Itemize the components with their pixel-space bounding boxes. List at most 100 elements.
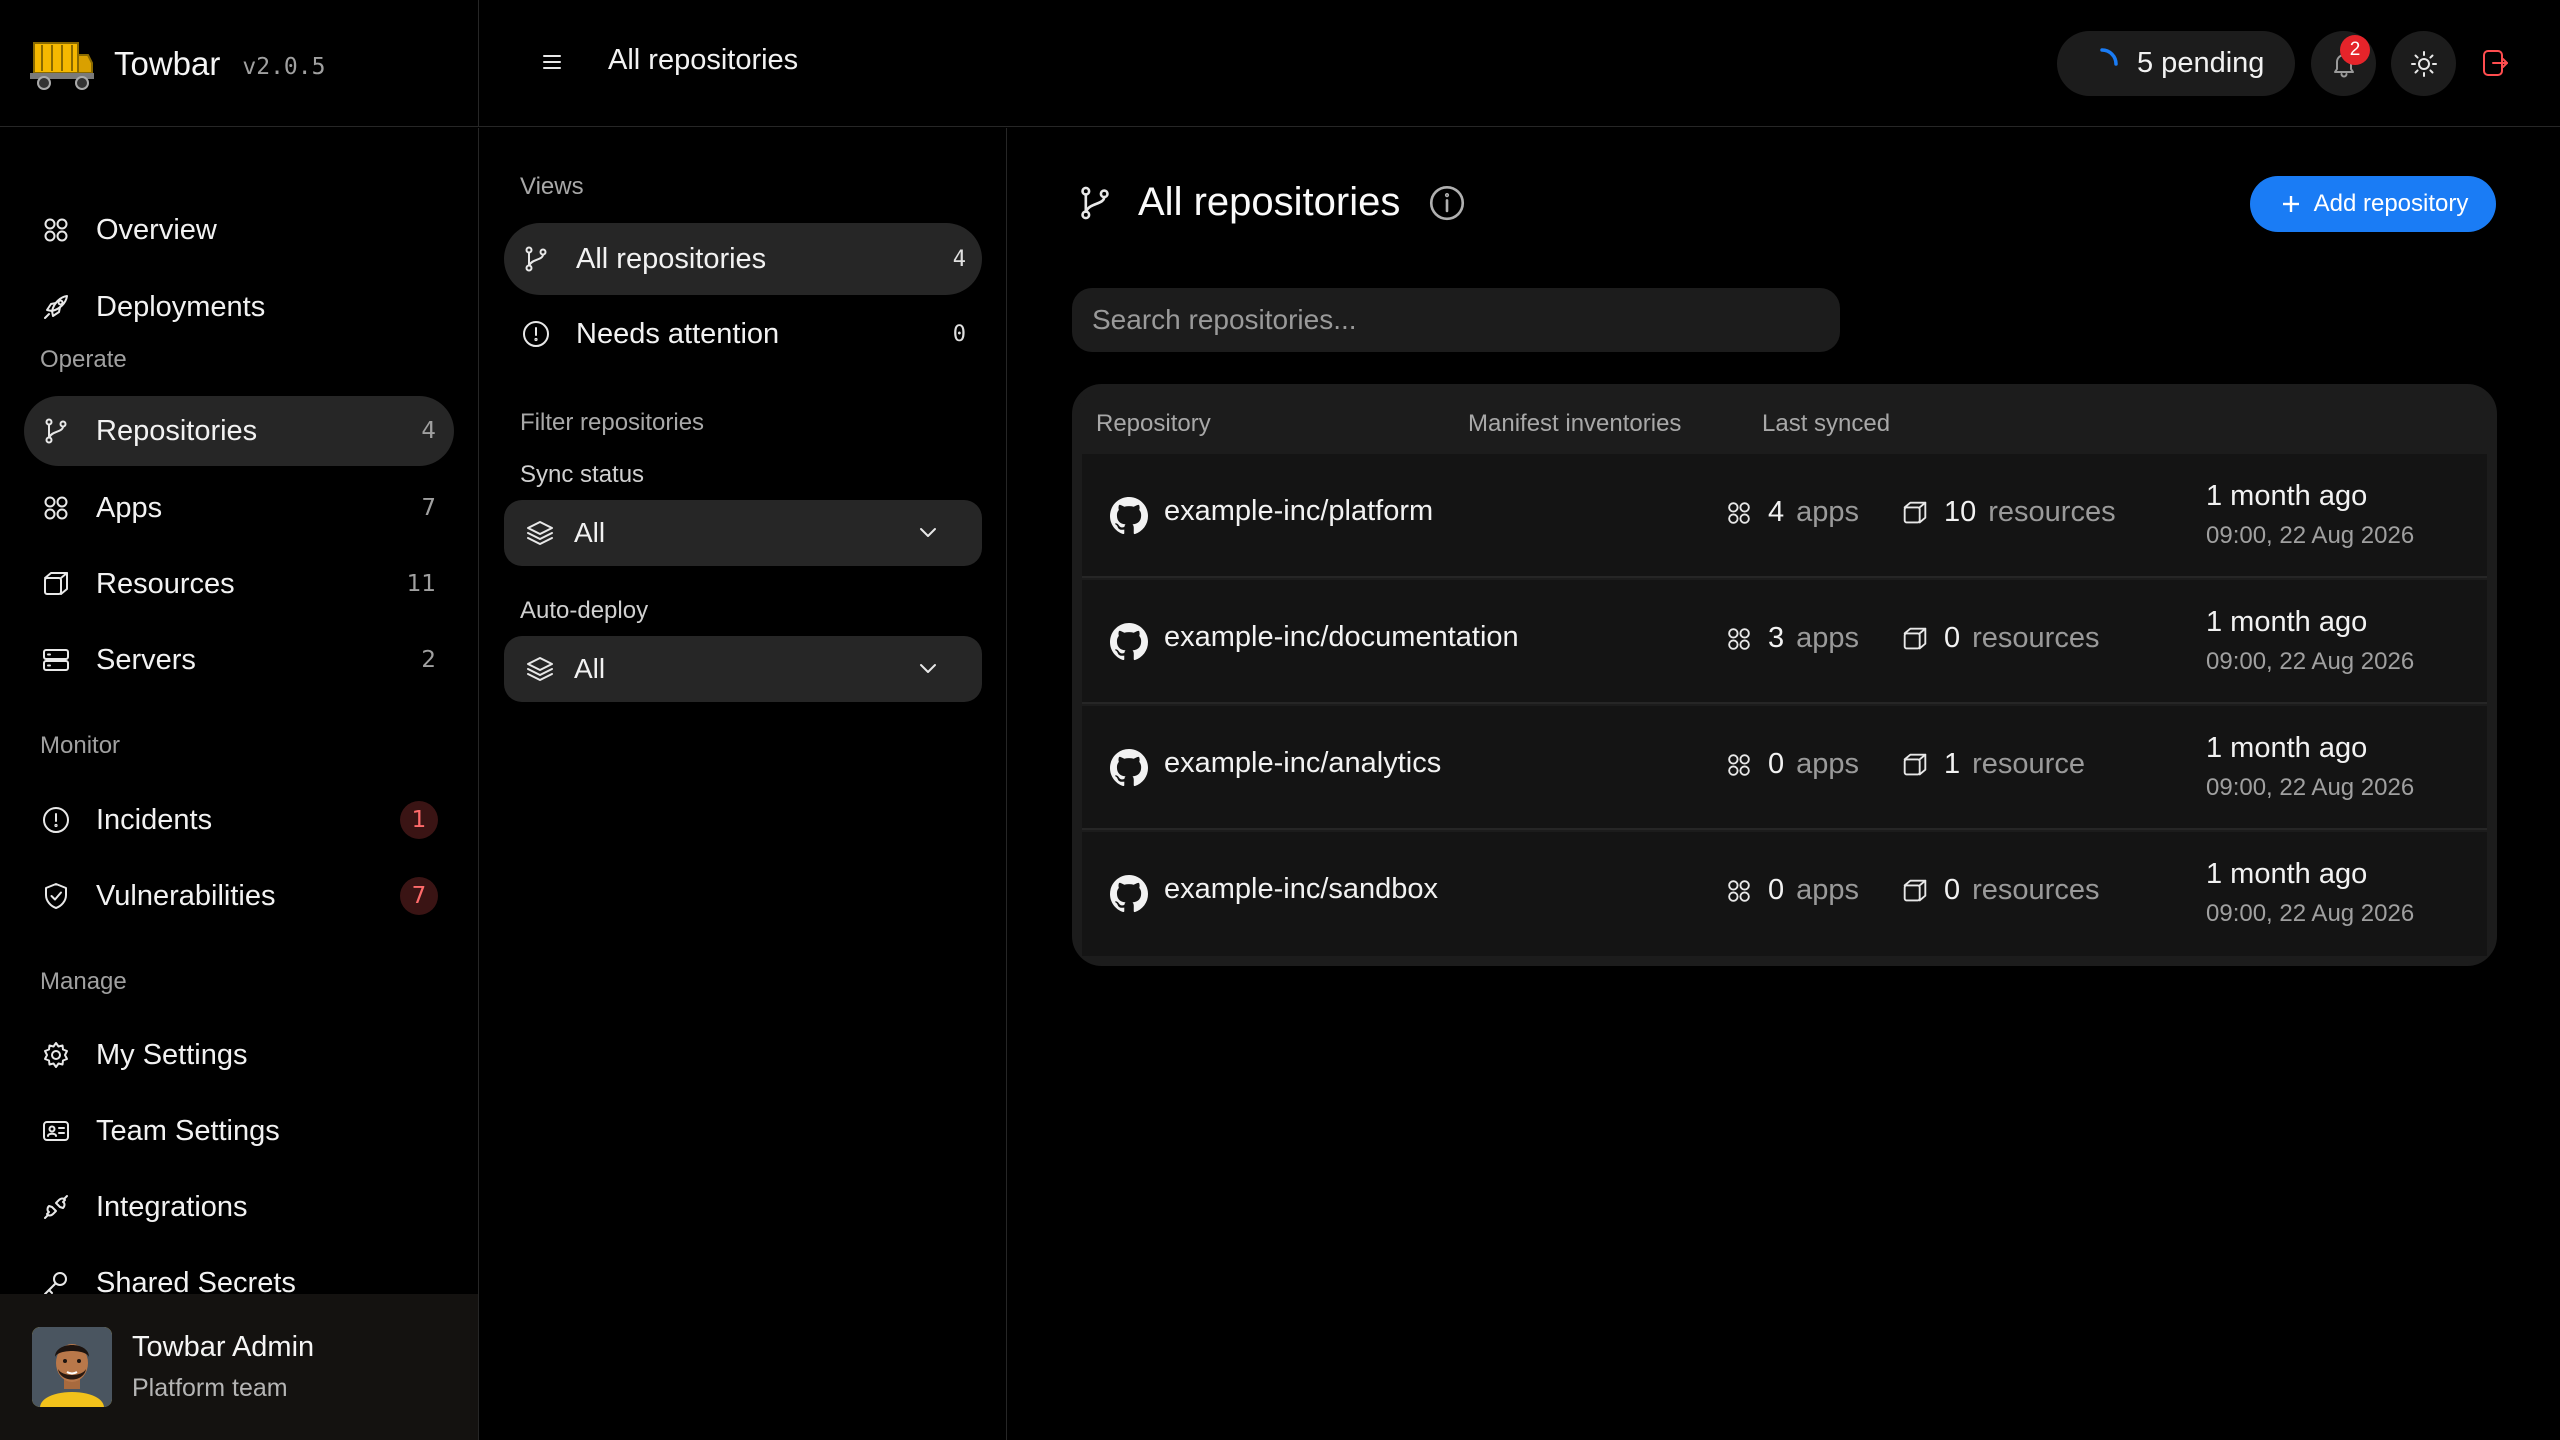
github-icon — [1110, 497, 1148, 535]
plus-icon — [2282, 196, 2299, 212]
column-header-repository[interactable]: Repository — [1096, 410, 1211, 438]
view-count: 4 — [952, 246, 966, 272]
logout-icon[interactable] — [2478, 46, 2512, 80]
grid-icon — [44, 218, 68, 242]
sun-icon — [2410, 50, 2437, 77]
page-header: All repositories — [1074, 180, 1490, 225]
add-repository-button[interactable]: Add repository — [2250, 176, 2496, 232]
layers-icon — [527, 657, 553, 681]
sidebar-item-label: Resources — [96, 567, 235, 600]
sidebar-item-label: Apps — [96, 491, 163, 524]
github-icon — [1110, 875, 1148, 913]
resources-number: 0 — [1944, 622, 1961, 654]
sidebar-item-servers[interactable]: Servers 2 — [24, 625, 454, 695]
section-heading-operate: Operate — [40, 346, 127, 373]
add-repository-label: Add repository — [2313, 190, 2469, 217]
table-row[interactable]: example-inc/platform 4 apps 10 resources… — [1082, 454, 2487, 578]
sidebar-item-label: Deployments — [96, 290, 266, 323]
apps-count: 0 apps — [1724, 874, 1859, 907]
grid-icon — [1728, 501, 1750, 524]
select-value: All — [574, 517, 606, 548]
cube-icon — [44, 572, 68, 595]
brand[interactable]: Towbar v2.0.5 — [0, 0, 479, 127]
resources-unit: resources — [1972, 874, 2100, 906]
sidebar-item-resources[interactable]: Resources 11 — [24, 549, 454, 619]
view-needs-attention[interactable]: Needs attention 0 — [504, 298, 982, 370]
sidebar-item-incidents[interactable]: Incidents 1 — [24, 785, 454, 855]
last-synced-relative: 1 month ago — [2206, 858, 2368, 890]
sidebar-item-count: 7 — [421, 495, 436, 521]
user-team: Platform team — [132, 1374, 288, 1402]
resources-unit: resources — [1972, 622, 2100, 654]
cube-icon — [1903, 753, 1927, 775]
search-input[interactable] — [1072, 288, 1840, 352]
sidebar-item-integrations[interactable]: Integrations — [24, 1172, 454, 1242]
table-row[interactable]: example-inc/documentation 3 apps 0 resou… — [1082, 580, 2487, 704]
git-branch-icon — [45, 418, 67, 444]
pending-jobs-button[interactable]: 5 pending — [2057, 31, 2295, 96]
app-name: Towbar — [114, 44, 221, 82]
repo-name[interactable]: example-inc/sandbox — [1164, 873, 1438, 906]
resources-count: 10 resources — [1900, 496, 2116, 529]
view-all-repositories[interactable]: All repositories 4 — [504, 223, 982, 295]
info-icon[interactable] — [1426, 182, 1468, 224]
table-row[interactable]: example-inc/analytics 0 apps 1 resource … — [1082, 706, 2487, 830]
sidebar-item-repositories[interactable]: Repositories 4 — [24, 396, 454, 466]
sidebar-item-deployments[interactable]: Deployments — [24, 272, 454, 342]
last-synced-relative: 1 month ago — [2206, 480, 2368, 512]
main-content: All repositories Add repository Reposito… — [1008, 128, 2560, 1440]
select-value: All — [574, 653, 606, 684]
resources-number: 0 — [1944, 874, 1961, 906]
git-branch-icon — [525, 246, 547, 272]
views-panel: Views All repositories 4 Needs attention… — [480, 128, 1007, 1440]
filter-heading: Filter repositories — [520, 409, 705, 436]
last-synced-relative: 1 month ago — [2206, 732, 2368, 764]
apps-unit: apps — [1796, 622, 1860, 654]
last-synced-timestamp: 09:00, 22 Aug 2026 — [2206, 774, 2415, 801]
sidebar-item-label: Incidents — [96, 803, 213, 836]
sidebar-item-team-settings[interactable]: Team Settings — [24, 1096, 454, 1166]
sidebar-item-vulnerabilities[interactable]: Vulnerabilities 7 — [24, 861, 454, 931]
auto-deploy-select[interactable]: All — [504, 636, 982, 702]
user-name: Towbar Admin — [132, 1331, 315, 1363]
view-count: 0 — [952, 321, 966, 347]
sidebar-item-label: Repositories — [96, 414, 258, 447]
layers-icon — [527, 521, 553, 545]
user-profile-card[interactable]: Towbar Admin Platform team — [0, 1294, 478, 1440]
theme-toggle-button[interactable] — [2391, 31, 2456, 96]
apps-unit: apps — [1796, 874, 1860, 906]
apps-count: 0 apps — [1724, 748, 1859, 781]
menu-icon[interactable] — [536, 46, 568, 78]
resources-unit: resources — [1988, 496, 2116, 528]
resources-count: 1 resource — [1900, 748, 2085, 781]
apps-number: 3 — [1768, 622, 1785, 654]
repo-name[interactable]: example-inc/analytics — [1164, 747, 1441, 780]
table-row[interactable]: example-inc/sandbox 0 apps 0 resources 1… — [1082, 832, 2487, 956]
sidebar-item-label: Integrations — [96, 1190, 248, 1223]
views-heading: Views — [520, 173, 584, 200]
spinner-icon — [2100, 47, 2118, 66]
pending-label: 5 pending — [2137, 47, 2265, 79]
column-header-last-synced[interactable]: Last synced — [1762, 410, 1890, 438]
sidebar-item-label: Servers — [96, 643, 196, 676]
sidebar-item-my-settings[interactable]: My Settings — [24, 1020, 454, 1090]
gear-icon — [44, 1042, 68, 1068]
last-synced-relative: 1 month ago — [2206, 606, 2368, 638]
notification-badge: 2 — [2340, 35, 2370, 65]
grid-icon — [1728, 753, 1750, 776]
filter-label-auto-deploy: Auto-deploy — [520, 597, 649, 624]
resources-number: 1 — [1944, 748, 1961, 780]
server-icon — [43, 649, 69, 671]
sidebar-item-apps[interactable]: Apps 7 — [24, 473, 454, 543]
shield-check-icon — [45, 883, 67, 909]
column-header-manifest-inventories[interactable]: Manifest inventories — [1468, 410, 1681, 438]
repo-name[interactable]: example-inc/platform — [1164, 495, 1433, 528]
sidebar-item-overview[interactable]: Overview — [24, 195, 454, 265]
sync-status-select[interactable]: All — [504, 500, 982, 566]
apps-count: 3 apps — [1724, 622, 1859, 655]
app-version: v2.0.5 — [242, 53, 326, 80]
top-bar: Towbar v2.0.5 All repositories 5 pending… — [0, 0, 2560, 127]
repo-name[interactable]: example-inc/documentation — [1164, 621, 1519, 654]
id-card-icon — [43, 1121, 69, 1141]
repositories-table: Repository Manifest inventories Last syn… — [1072, 384, 2497, 966]
